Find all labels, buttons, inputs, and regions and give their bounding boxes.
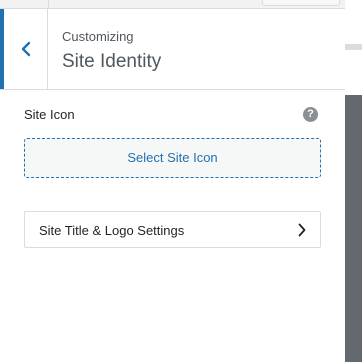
site-preview	[345, 0, 362, 362]
section-body: Site Icon ? Select Site Icon Site Title …	[0, 90, 345, 362]
select-site-icon-button[interactable]: Select Site Icon	[24, 138, 321, 178]
toolbar-button[interactable]	[262, 0, 340, 6]
help-circle-icon[interactable]: ?	[303, 107, 318, 122]
site-icon-label: Site Icon	[24, 107, 75, 122]
preview-content	[345, 95, 362, 362]
page-title: Site Identity	[62, 51, 162, 72]
chevron-left-icon	[21, 41, 31, 57]
logo-settings-label: Site Title & Logo Settings	[39, 223, 185, 238]
section-header	[0, 9, 345, 90]
customizer-panel: Customizing Site Identity Site Icon ? Se…	[0, 0, 362, 362]
toolbar-divider	[48, 0, 49, 8]
back-button[interactable]	[0, 9, 48, 89]
top-toolbar	[0, 0, 345, 9]
header-subtitle: Customizing	[62, 29, 134, 44]
site-title-logo-settings-button[interactable]: Site Title & Logo Settings	[24, 211, 321, 248]
preview-bar	[345, 44, 362, 50]
chevron-right-icon	[298, 223, 306, 237]
